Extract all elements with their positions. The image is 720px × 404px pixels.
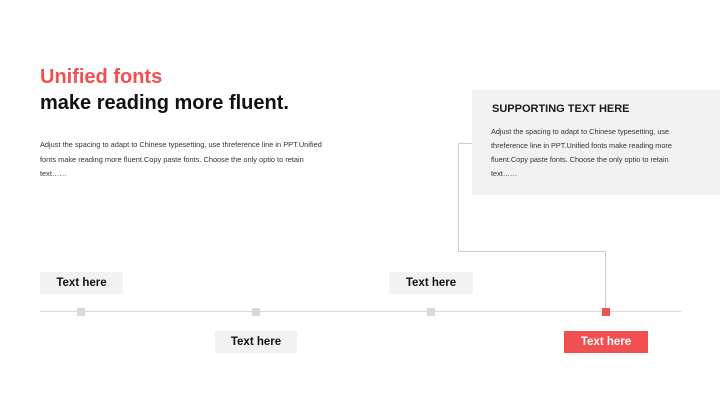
timeline-marker <box>252 308 260 316</box>
supporting-paragraph: Adjust the spacing to adapt to Chinese t… <box>491 127 672 178</box>
timeline-label-active: Text here <box>564 331 648 353</box>
timeline-line <box>40 311 681 312</box>
timeline-label: Text here <box>40 272 123 294</box>
timeline-marker-active <box>602 308 610 316</box>
connector-line-bottom <box>458 251 606 252</box>
connector-line-top <box>458 143 472 144</box>
intro-paragraph: Adjust the spacing to adapt to Chinese t… <box>40 140 322 178</box>
accent-title: Unified fonts <box>40 66 163 88</box>
supporting-text-panel: SUPPORTING TEXT HERE Adjust the spacing … <box>472 90 720 195</box>
connector-line-drop <box>605 251 606 308</box>
supporting-title: SUPPORTING TEXT HERE <box>492 103 630 115</box>
connector-line-left <box>458 143 459 252</box>
timeline-marker <box>427 308 435 316</box>
timeline-label: Text here <box>215 331 297 353</box>
timeline-marker <box>77 308 85 316</box>
timeline-label: Text here <box>389 272 473 294</box>
main-title: make reading more fluent. <box>40 92 289 114</box>
